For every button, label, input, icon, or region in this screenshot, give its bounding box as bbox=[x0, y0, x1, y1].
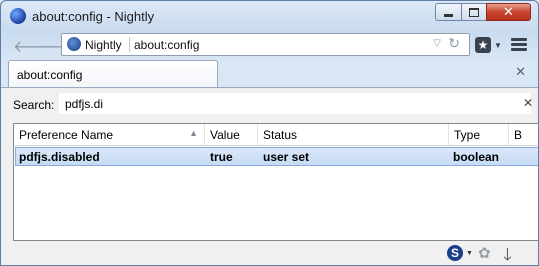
close-icon: ✕ bbox=[503, 4, 514, 19]
addon-gear-icon[interactable]: ✿ bbox=[478, 244, 491, 262]
cell-value: true bbox=[210, 150, 233, 164]
preferences-tree[interactable]: Preference Name ▲ Value Status Type B pd… bbox=[13, 123, 538, 241]
identity-label[interactable]: Nightly bbox=[85, 38, 122, 52]
column-type[interactable]: Type bbox=[449, 124, 509, 145]
column-status[interactable]: Status bbox=[258, 124, 449, 145]
column-label: Type bbox=[454, 128, 481, 142]
maximize-icon bbox=[469, 7, 479, 17]
table-row[interactable]: pdfjs.disabled true user set boolean bbox=[15, 147, 538, 166]
column-label: Value bbox=[210, 128, 240, 142]
bookmark-star-icon: ★ bbox=[475, 37, 491, 53]
bookmarks-button[interactable]: ★ ▼ bbox=[475, 35, 505, 55]
hamburger-menu-icon[interactable] bbox=[511, 38, 527, 52]
column-value[interactable]: Value bbox=[205, 124, 258, 145]
cell-status: user set bbox=[263, 150, 310, 164]
search-input[interactable] bbox=[59, 93, 531, 114]
column-label: B bbox=[514, 128, 523, 142]
column-preference-name[interactable]: Preference Name ▲ bbox=[14, 124, 205, 145]
tab-label: about:config bbox=[17, 68, 83, 82]
search-row: Search: ✕ bbox=[1, 88, 538, 118]
search-label: Search: bbox=[13, 98, 55, 112]
cell-name: pdfjs.disabled bbox=[19, 150, 100, 164]
download-arrow-icon[interactable]: 🡓 bbox=[503, 242, 512, 265]
table-header: Preference Name ▲ Value Status Type B bbox=[14, 124, 538, 146]
tab-about-config[interactable]: about:config bbox=[8, 60, 218, 87]
tab-strip: about:config bbox=[1, 59, 538, 87]
minimize-icon bbox=[444, 13, 453, 17]
reload-icon[interactable]: ↻ bbox=[448, 35, 460, 52]
site-identity-icon[interactable] bbox=[67, 37, 81, 51]
about-config-page: Search: ✕ Preference Name ▲ Value Status… bbox=[1, 87, 538, 265]
column-b[interactable]: B bbox=[509, 124, 538, 145]
url-history-dropdown-icon[interactable]: ▽ bbox=[433, 38, 441, 49]
column-label: Preference Name bbox=[19, 128, 114, 142]
browser-window: about:config - Nightly ✕ 🡐 🡒 Nightly abo… bbox=[0, 0, 539, 266]
add-on-bar: S ▼ ✿ 🡓 bbox=[1, 241, 538, 265]
window-controls: ✕ bbox=[435, 3, 531, 22]
maximize-button[interactable] bbox=[461, 3, 487, 21]
cell-type: boolean bbox=[453, 150, 500, 164]
chevron-down-icon[interactable]: ▼ bbox=[466, 250, 473, 257]
title-bar: about:config - Nightly ✕ bbox=[1, 1, 538, 31]
close-window-button[interactable]: ✕ bbox=[486, 3, 531, 21]
sort-ascending-icon: ▲ bbox=[189, 128, 198, 138]
minimize-button[interactable] bbox=[435, 3, 462, 21]
column-label: Status bbox=[263, 128, 298, 142]
close-icon[interactable]: ✕ bbox=[515, 64, 526, 80]
url-separator bbox=[129, 37, 130, 52]
addon-s-icon[interactable]: S bbox=[447, 245, 463, 261]
chevron-down-icon: ▼ bbox=[494, 40, 502, 50]
nightly-globe-icon bbox=[10, 8, 26, 24]
window-title: about:config - Nightly bbox=[32, 9, 155, 24]
navigation-toolbar: 🡐 🡒 Nightly about:config ▽ ↻ ★ ▼ bbox=[1, 31, 538, 59]
clear-search-icon[interactable]: ✕ bbox=[523, 96, 533, 110]
url-text[interactable]: about:config bbox=[134, 38, 199, 52]
url-bar[interactable]: Nightly about:config ▽ ↻ bbox=[61, 33, 470, 56]
